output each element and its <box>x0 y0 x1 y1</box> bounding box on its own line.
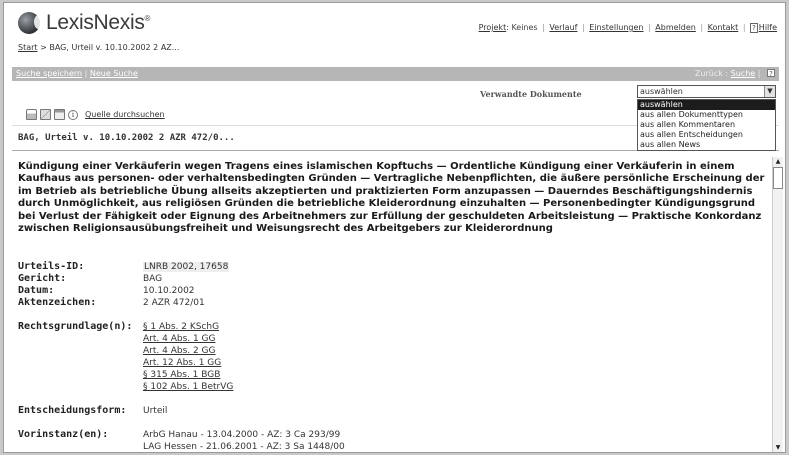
related-documents-dropdown: auswählen aus allen Dokumenttypen aus al… <box>637 99 776 151</box>
document-tools: i Quelle durchsuchen <box>26 109 165 120</box>
lower-instance-entry: LAG Hessen - 21.06.2001 - AZ: 3 Sa 1448/… <box>143 442 345 452</box>
gericht-value: BAG <box>143 274 163 284</box>
headnote: Kündigung einer Verkäuferin wegen Tragen… <box>18 161 765 235</box>
legal-basis-link[interactable]: § 102 Abs. 1 BetrVG <box>143 381 233 393</box>
rechtsgrundlage-links: § 1 Abs. 2 KSchG Art. 4 Abs. 1 GG Art. 4… <box>143 321 233 393</box>
dropdown-option-all-doc-types[interactable]: aus allen Dokumenttypen <box>638 110 775 120</box>
datum-label: Datum: <box>18 285 55 296</box>
new-search-link[interactable]: Neue Suche <box>90 69 138 78</box>
lower-instance-entry: ArbG Hanau - 13.04.2000 - AZ: 3 Ca 293/9… <box>143 430 341 440</box>
legal-basis-link[interactable]: Art. 4 Abs. 2 GG <box>143 345 233 357</box>
meta-row-vorinstanz: Vorinstanz(en): ArbG Hanau - 13.04.2000 … <box>18 429 758 452</box>
rechtsgrundlage-label: Rechtsgrundlage(n): <box>18 321 133 332</box>
meta-row-aktenzeichen: Aktenzeichen: 2 AZR 472/01 <box>18 297 758 309</box>
project-link[interactable]: Projekt <box>479 23 507 32</box>
info-icon[interactable]: i <box>68 109 78 120</box>
dropdown-option-select[interactable]: auswählen <box>638 100 775 110</box>
dropdown-option-all-commentaries[interactable]: aus allen Kommentaren <box>638 120 775 130</box>
aktenzeichen-label: Aktenzeichen: <box>18 297 97 308</box>
lexisnexis-globe-icon <box>18 12 43 34</box>
save-icon[interactable] <box>54 109 65 120</box>
gericht-label: Gericht: <box>18 273 67 284</box>
legal-basis-link[interactable]: § 1 Abs. 2 KSchG <box>143 321 233 333</box>
top-navigation: Projekt: Keines | Verlauf | Einstellunge… <box>478 23 777 33</box>
back-to-search-link[interactable]: Suche <box>731 69 756 78</box>
document-subtitle: BAG, Urteil v. 10.10.2002 2 AZR 472/0... <box>18 133 235 143</box>
vorinstanz-label: Vorinstanz(en): <box>18 429 109 440</box>
lexisnexis-logo[interactable]: LexisNexis® <box>18 11 150 35</box>
related-documents-label: Verwandte Dokumente <box>480 89 582 99</box>
meta-row-urteils-id: Urteils-ID: LNRB 2002, 17658 <box>18 261 758 273</box>
meta-row-entscheidungsform: Entscheidungsform: Urteil <box>18 405 758 417</box>
settings-link[interactable]: Einstellungen <box>589 23 643 32</box>
document-metadata: Urteils-ID: LNRB 2002, 17658 Gericht: BA… <box>18 261 758 452</box>
dropdown-option-all-news[interactable]: aus allen News <box>638 140 775 150</box>
page-header: LexisNexis® Start > BAG, Urteil v. 10.10… <box>4 3 785 65</box>
related-documents-select[interactable]: auswählen ▼ <box>637 85 776 98</box>
chevron-down-icon[interactable]: ▼ <box>764 86 775 97</box>
search-source-link[interactable]: Quelle durchsuchen <box>85 110 165 119</box>
legal-basis-link[interactable]: Art. 4 Abs. 1 GG <box>143 333 233 345</box>
document-scrollbar[interactable]: ▲ ▼ <box>772 157 783 452</box>
related-documents-selected-value: auswählen <box>640 87 683 96</box>
search-toolbar: Suche speichern | Neue Suche Zurück : Su… <box>12 67 779 81</box>
vorinstanz-values: ArbG Hanau - 13.04.2000 - AZ: 3 Ca 293/9… <box>143 429 345 452</box>
urteils-id-value: LNRB 2002, 17658 <box>143 262 230 272</box>
back-label: Zurück : <box>694 69 731 78</box>
dropdown-option-all-decisions[interactable]: aus allen Entscheidungen <box>638 130 775 140</box>
meta-row-datum: Datum: 10.10.2002 <box>18 285 758 297</box>
scroll-up-icon[interactable]: ▲ <box>773 157 783 167</box>
logout-link[interactable]: Abmelden <box>655 23 696 32</box>
urteils-id-label: Urteils-ID: <box>18 261 85 272</box>
entscheidungsform-label: Entscheidungsform: <box>18 405 127 416</box>
aktenzeichen-value: 2 AZR 472/01 <box>143 298 205 308</box>
toolbar-help-icon[interactable]: ? <box>767 69 775 78</box>
logo-text: LexisNexis® <box>46 11 151 34</box>
print-icon[interactable] <box>26 109 37 120</box>
breadcrumb: Start > BAG, Urteil v. 10.10.2002 2 AZ..… <box>18 43 179 52</box>
datum-value: 10.10.2002 <box>143 286 195 296</box>
help-link[interactable]: Hilfe <box>759 23 777 32</box>
breadcrumb-current: > BAG, Urteil v. 10.10.2002 2 AZ... <box>37 43 180 52</box>
save-search-link[interactable]: Suche speichern <box>16 69 82 78</box>
legal-basis-link[interactable]: § 315 Abs. 1 BGB <box>143 369 233 381</box>
breadcrumb-start-link[interactable]: Start <box>18 43 38 52</box>
document-content: Kündigung einer Verkäuferin wegen Tragen… <box>18 161 770 452</box>
meta-row-gericht: Gericht: BAG <box>18 273 758 285</box>
scroll-down-icon[interactable]: ▼ <box>773 443 783 452</box>
entscheidungsform-value: Urteil <box>143 406 168 416</box>
browser-frame: LexisNexis® Start > BAG, Urteil v. 10.10… <box>3 2 786 453</box>
contact-link[interactable]: Kontakt <box>708 23 739 32</box>
mail-icon[interactable] <box>40 109 51 120</box>
scroll-thumb[interactable] <box>773 167 783 189</box>
help-icon[interactable]: ? <box>750 23 758 33</box>
project-value: : Keines <box>506 23 538 32</box>
history-link[interactable]: Verlauf <box>549 23 577 32</box>
legal-basis-link[interactable]: Art. 12 Abs. 1 GG <box>143 357 233 369</box>
meta-row-rechtsgrundlage: Rechtsgrundlage(n): § 1 Abs. 2 KSchG Art… <box>18 321 758 393</box>
